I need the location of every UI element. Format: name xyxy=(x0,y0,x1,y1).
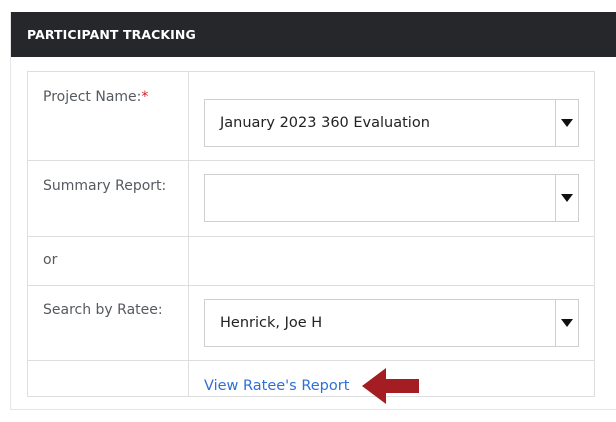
project-name-select[interactable]: January 2023 360 Evaluation xyxy=(204,99,578,147)
caret-down-icon xyxy=(561,119,573,127)
ratee-dropdown-button[interactable] xyxy=(555,299,579,347)
caret-down-icon xyxy=(561,194,573,202)
ratee-select[interactable]: Henrick, Joe H xyxy=(204,299,578,347)
arrow-left-icon xyxy=(362,368,419,404)
panel-title: PARTICIPANT TRACKING xyxy=(11,12,616,57)
project-name-selected-value: January 2023 360 Evaluation xyxy=(220,115,430,131)
summary-report-row: Summary Report: xyxy=(28,160,594,236)
column-divider xyxy=(188,237,189,285)
ratee-selected-value: Henrick, Joe H xyxy=(220,315,323,331)
or-label: or xyxy=(43,252,58,268)
search-by-ratee-row: Search by Ratee: Henrick, Joe H xyxy=(28,285,594,360)
required-mark: * xyxy=(141,89,149,105)
or-row: or xyxy=(28,236,594,285)
summary-report-label: Summary Report: xyxy=(43,178,167,194)
participant-form: Project Name:* January 2023 360 Evaluati… xyxy=(27,71,595,404)
view-report-row: View Ratee's Report xyxy=(28,360,594,404)
column-divider xyxy=(188,161,189,236)
participant-tracking-panel: PARTICIPANT TRACKING Project Name:* Janu… xyxy=(10,12,616,410)
view-ratee-report-link[interactable]: View Ratee's Report xyxy=(204,378,349,394)
caret-down-icon xyxy=(561,319,573,327)
project-name-dropdown-button[interactable] xyxy=(555,99,579,147)
search-by-ratee-label: Search by Ratee: xyxy=(43,302,163,318)
column-divider xyxy=(188,72,189,160)
column-divider xyxy=(188,361,189,396)
project-name-row: Project Name:* January 2023 360 Evaluati… xyxy=(28,72,594,160)
summary-report-select[interactable] xyxy=(204,174,578,222)
summary-report-dropdown-button[interactable] xyxy=(555,174,579,222)
column-divider xyxy=(188,286,189,360)
project-name-label: Project Name:* xyxy=(43,89,148,105)
project-name-label-text: Project Name: xyxy=(43,89,142,105)
